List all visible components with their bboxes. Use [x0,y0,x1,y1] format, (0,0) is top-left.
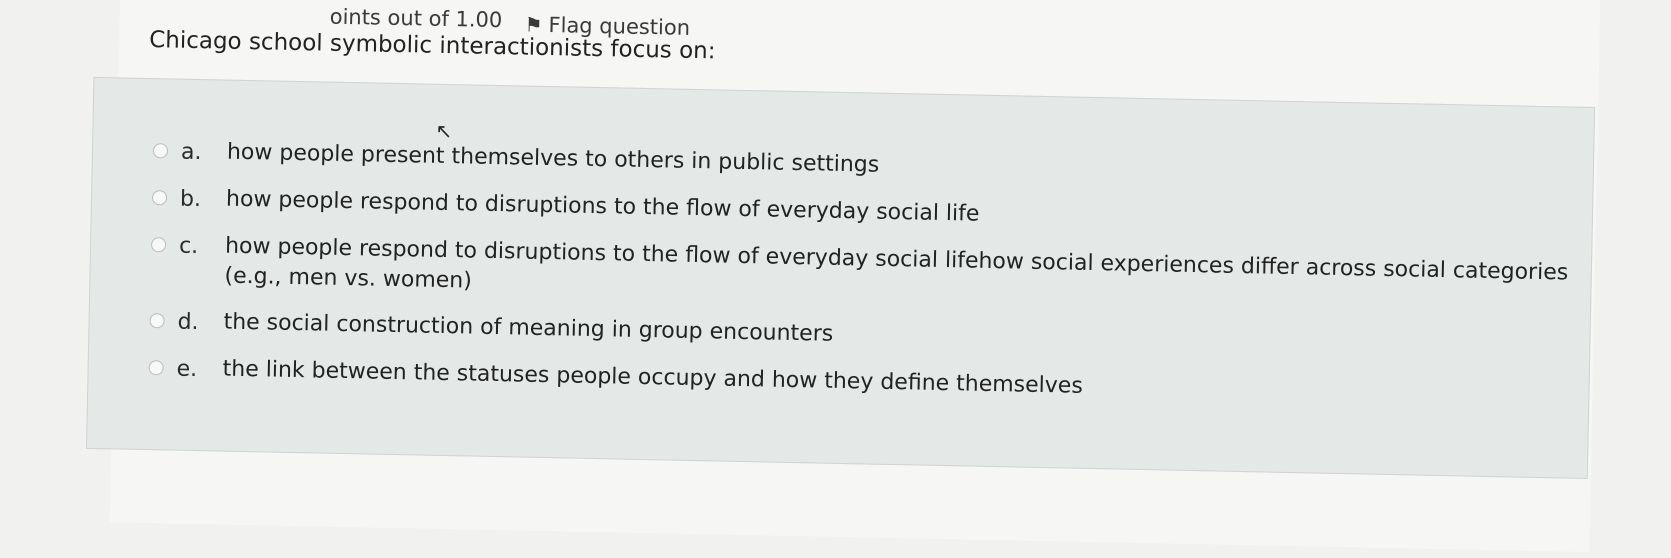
quiz-scene: oints out of 1.00 ⚑ Flag question Chicag… [0,0,1671,558]
flag-icon: ⚑ [524,12,543,37]
option-letter: e. [176,356,198,383]
option-letter: c. [178,233,199,260]
option-letter: d. [177,309,199,336]
option-letter: b. [179,186,202,213]
mouse-pointer-icon: ↖ [435,118,453,144]
option-text-line2: (e.g., men vs. women) [224,263,473,294]
option-letter: a. [180,139,202,166]
points-label: oints out of 1.00 [329,4,503,33]
